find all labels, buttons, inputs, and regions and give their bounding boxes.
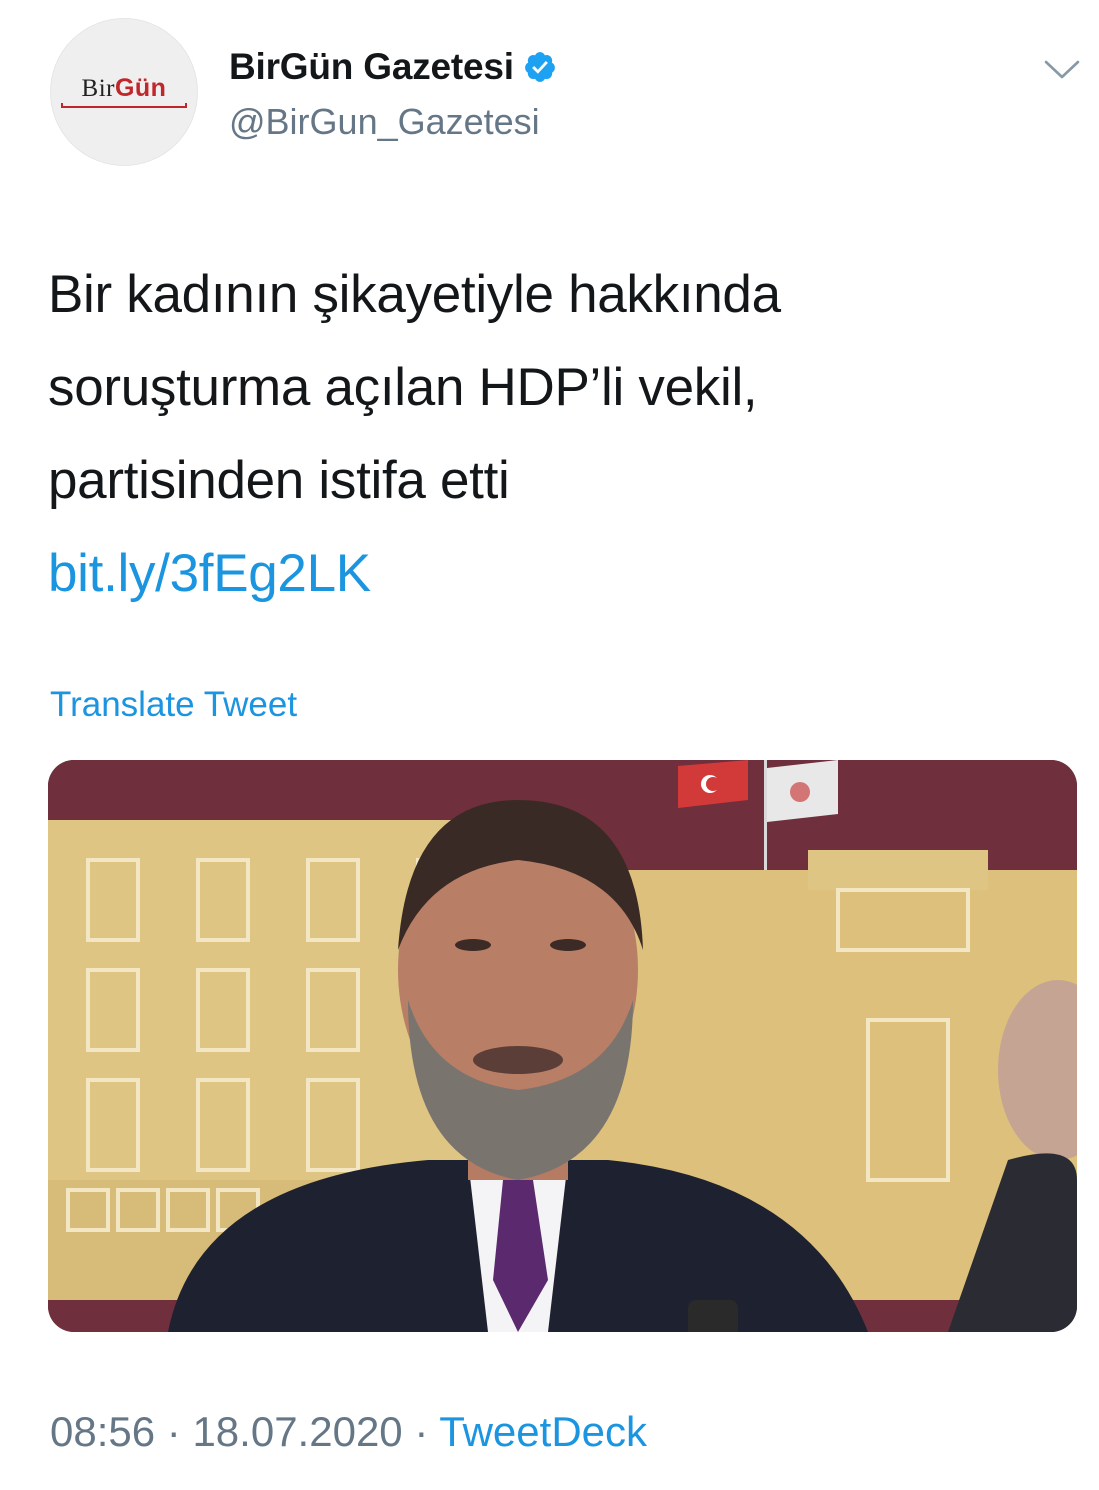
author-name-row: BirGün Gazetesi xyxy=(229,46,557,88)
photo-illustration xyxy=(48,760,1077,1332)
tweet-text-line: soruşturma açılan HDP’li vekil, xyxy=(48,358,758,417)
translate-tweet-link[interactable]: Translate Tweet xyxy=(50,685,297,725)
tweet-date[interactable]: 18.07.2020 xyxy=(192,1408,402,1455)
verified-badge-icon xyxy=(524,52,555,82)
tweet-card: BirGün BirGün Gazetesi @BirGun_Gazetesi … xyxy=(0,0,1099,1490)
author-display-name[interactable]: BirGün Gazetesi xyxy=(229,46,514,88)
tweet-link[interactable]: bit.ly/3fEg2LK xyxy=(48,527,1058,620)
tweet-time[interactable]: 08:56 xyxy=(50,1408,155,1455)
author-handle[interactable]: @BirGun_Gazetesi xyxy=(229,101,540,143)
tweet-photo[interactable] xyxy=(48,760,1077,1332)
logo-text-gun: Gün xyxy=(114,74,167,102)
tweet-source-link[interactable]: TweetDeck xyxy=(439,1408,647,1455)
tweet-text-line: Bir kadının şikayetiyle hakkında xyxy=(48,265,781,324)
chevron-down-icon[interactable] xyxy=(1043,58,1081,82)
birgun-logo: BirGün xyxy=(61,76,187,108)
tweet-text-line: partisinden istifa etti xyxy=(48,451,510,510)
logo-underline xyxy=(61,103,187,108)
tweet-metadata: 08:56 · 18.07.2020 · TweetDeck xyxy=(50,1408,647,1456)
logo-text-bir: Bir xyxy=(81,75,115,102)
meta-separator: · xyxy=(414,1408,429,1455)
tweet-text: Bir kadının şikayetiyle hakkında soruştu… xyxy=(48,248,1058,620)
meta-separator: · xyxy=(166,1408,181,1455)
avatar[interactable]: BirGün xyxy=(50,18,198,166)
